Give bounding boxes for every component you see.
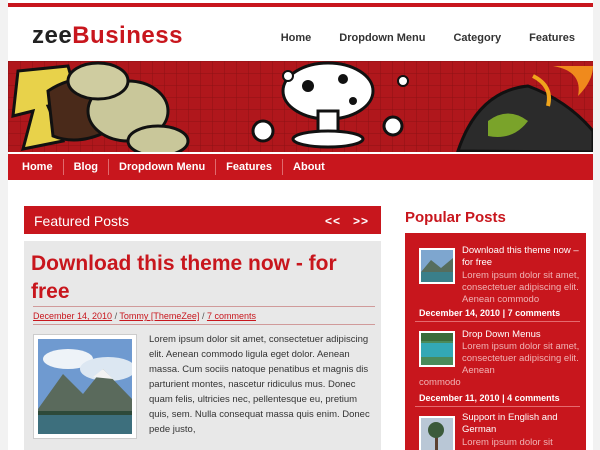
main-nav-dropdown-menu[interactable]: Dropdown Menu [109,159,217,175]
popular-post-excerpt: Lorem ipsum dolor sit amet, consectetuer… [462,341,580,376]
lake-image [421,250,453,282]
post-date-link[interactable]: December 14, 2010 [33,311,112,321]
popular-post-meta: December 11, 2010 | 4 comments [419,393,560,403]
site-logo[interactable]: zeeBusiness [32,22,183,50]
top-nav-category[interactable]: Category [453,32,501,44]
landscape-image [38,339,136,434]
page: zeeBusiness Home Dropdown Menu Category … [8,0,593,450]
popular-post-comments[interactable]: 7 comments [508,308,561,318]
divider [415,321,580,322]
popular-post-date: December 14, 2010 [419,308,501,318]
popular-post-excerpt-continued: commodo [419,377,461,388]
river-image [421,333,453,365]
top-nav-features[interactable]: Features [529,32,575,44]
header-banner-image [8,61,593,152]
tree-image [421,418,453,450]
popular-posts-list: Download this theme now – for free Lorem… [405,233,586,450]
post-meta: December 14, 2010 / Tommy [ThemeZee] / 7… [33,306,375,325]
featured-posts-header: Featured Posts << >> [24,206,381,234]
post-excerpt: Lorem ipsum dolor sit amet, consectetuer… [149,334,370,435]
top-navigation: Home Dropdown Menu Category Features [281,32,575,44]
top-nav-home[interactable]: Home [281,32,312,44]
popular-post-excerpt: Lorem ipsum dolor sit amet, consectetuer… [462,270,580,305]
popular-post-comments[interactable]: 4 comments [507,393,560,403]
logo-text-part2: Business [72,22,183,49]
popular-post-thumbnail[interactable] [419,331,455,367]
main-nav-about[interactable]: About [283,159,335,175]
popular-post-meta: December 14, 2010 | 7 comments [419,308,561,318]
slider-controls: << >> [325,214,369,228]
post-comments-link[interactable]: 7 comments [207,311,256,321]
popular-post-title[interactable]: Download this theme now – for free [462,245,582,269]
slider-next-button[interactable]: >> [353,214,369,228]
main-navigation: Home Blog Dropdown Menu Features About [8,154,593,180]
popular-post-title[interactable]: Drop Down Menus [462,329,582,341]
main-nav-features[interactable]: Features [216,159,284,175]
popular-post-date: December 11, 2010 [419,393,500,403]
post-title[interactable]: Download this theme now - for free [31,250,351,306]
post-author-link[interactable]: Tommy [ThemeZee] [119,311,199,321]
main-nav-blog[interactable]: Blog [64,159,110,175]
popular-posts-title: Popular Posts [405,209,506,226]
featured-posts-title: Featured Posts [34,213,129,229]
popular-post-thumbnail[interactable] [419,416,455,450]
top-accent-bar [8,3,593,7]
main-nav-home[interactable]: Home [12,159,64,175]
top-nav-dropdown-menu[interactable]: Dropdown Menu [339,32,425,44]
featured-post: Download this theme now - for free Decem… [24,241,381,450]
logo-text-part1: zee [32,22,73,49]
popular-post-excerpt: Lorem ipsum dolor sit [462,437,553,448]
divider [415,406,580,407]
post-thumbnail[interactable] [33,334,137,439]
popular-post-thumbnail[interactable] [419,248,455,284]
popular-post-title[interactable]: Support in English and German [462,412,582,436]
slider-prev-button[interactable]: << [325,214,341,228]
